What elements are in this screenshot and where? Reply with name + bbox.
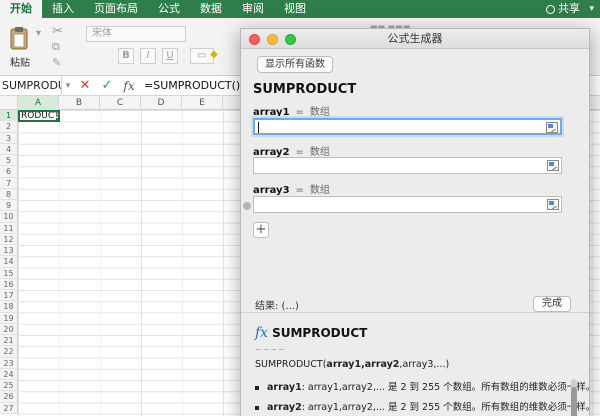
tab-page-layout[interactable]: 页面布局 [84,0,148,18]
row-header[interactable]: 26 [0,391,18,403]
array2-input[interactable] [253,157,562,174]
result-label: 结果: (...) [255,301,299,312]
row-header[interactable]: 23 [0,357,18,369]
chevron-down-icon[interactable]: ▾ [62,81,74,91]
cut-icon[interactable]: ✂ [52,24,63,39]
name-box[interactable]: SUMPRODUCT [0,75,62,96]
row-header[interactable]: 18 [0,301,18,313]
font-name-select[interactable]: 宋体 [86,26,186,42]
argument-label-array1: array1 = 数组 [253,107,330,118]
tab-insert[interactable]: 插入 [42,0,84,18]
fill-color-icon[interactable]: ◆ [206,48,222,64]
row-header[interactable]: 9 [0,200,18,212]
row-header[interactable]: 6 [0,166,18,178]
active-cell-a1[interactable]: RODUCT() [18,110,60,122]
help-scrollbar[interactable] [571,379,577,416]
ribbon-tab-bar: 开始 插入 页面布局 公式 数据 审阅 视图 共享 ▾ [0,0,600,18]
row-header[interactable]: 16 [0,278,18,290]
clipboard-icon[interactable] [10,26,28,50]
row-header[interactable]: 4 [0,143,18,155]
row-header[interactable]: 15 [0,267,18,279]
add-argument-button[interactable]: + [253,222,269,238]
help-syntax: SUMPRODUCT(array1,array2,array3,...) [255,359,450,370]
range-select-icon[interactable] [546,122,558,133]
help-function-name: SUMPRODUCT [272,326,368,340]
help-item-array1: array1: array1,array2,... 是 2 到 255 个数组。… [255,379,589,393]
tab-data[interactable]: 数据 [190,0,232,18]
formula-builder-panel: 公式生成器 显示所有函数 SUMPRODUCT array1 = 数组 array2… [240,28,590,416]
insert-function-icon[interactable]: fx [118,79,140,93]
range-select-icon[interactable] [547,199,559,210]
row-header[interactable]: 8 [0,188,18,200]
panel-titlebar[interactable]: 公式生成器 [241,29,589,49]
row-header[interactable]: 20 [0,323,18,335]
chevron-down-icon[interactable]: ▾ [589,0,594,18]
formula-input[interactable]: =SUMPRODUCT() [140,79,240,92]
column-header-e[interactable]: E [182,96,223,110]
copy-icon[interactable]: ⧉ [52,40,60,54]
row-header[interactable]: 11 [0,222,18,234]
row-header[interactable]: 24 [0,368,18,380]
remove-argument-icon[interactable] [243,202,251,210]
underline-button[interactable]: U [162,48,178,64]
function-icon: fx [255,325,269,341]
row-header[interactable]: 10 [0,211,18,223]
share-button[interactable]: 共享 [546,0,580,18]
range-select-icon[interactable] [547,160,559,171]
person-icon [546,4,555,14]
column-header-d[interactable]: D [141,96,182,110]
panel-divider [241,312,589,313]
row-header[interactable]: 2 [0,121,18,133]
done-button[interactable]: 完成 [533,296,571,312]
column-header-c[interactable]: C [100,96,141,110]
tab-view[interactable]: 视图 [274,0,316,18]
row-header[interactable]: 3 [0,132,18,144]
argument-label-array3: array3 = 数组 [253,185,330,196]
paste-label: 粘贴 [10,58,30,69]
tab-review[interactable]: 审阅 [232,0,274,18]
scroll-thumb[interactable] [571,387,577,416]
argument-label-array2: array2 = 数组 [253,147,330,158]
row-header[interactable]: 12 [0,233,18,245]
tab-home[interactable]: 开始 [0,0,42,18]
text-caret [258,122,259,133]
column-header-b[interactable]: B [59,96,100,110]
help-truncated-line: ~~~~ [255,345,286,354]
confirm-icon[interactable]: ✓ [96,78,118,93]
row-header[interactable]: 7 [0,177,18,189]
cancel-icon[interactable]: ✕ [74,78,96,93]
row-header[interactable]: 27 [0,402,18,414]
row-header[interactable]: 17 [0,290,18,302]
tab-formulas[interactable]: 公式 [148,0,190,18]
array1-input[interactable] [253,118,562,135]
panel-title: 公式生成器 [387,32,443,45]
function-help: fx SUMPRODUCT ~~~~ SUMPRODUCT(array1,arr… [241,319,589,416]
row-header[interactable]: 14 [0,256,18,268]
italic-button[interactable]: I [140,48,156,64]
share-label: 共享 [558,2,580,15]
row-header[interactable]: 5 [0,155,18,167]
row-header[interactable]: 13 [0,245,18,257]
help-header: fx SUMPRODUCT [255,325,367,341]
help-item-array2: array2: array1,array2,... 是 2 到 255 个数组。… [255,399,589,413]
format-painter-icon[interactable]: ✎ [52,56,61,69]
select-all-corner[interactable] [0,96,18,110]
column-header-a[interactable]: A [18,96,59,110]
bold-button[interactable]: B [118,48,134,64]
row-headers: 1 2 3 4 5 6 7 8 9 10 11 12 13 14 15 16 17 18 19 20 21 22 23 24 2… [0,110,18,414]
chevron-down-icon[interactable]: ▾ [36,28,41,39]
row-header[interactable]: 25 [0,380,18,392]
array3-input[interactable] [253,196,562,213]
row-header[interactable]: 21 [0,335,18,347]
function-name: SUMPRODUCT [253,82,357,97]
show-all-functions-button[interactable]: 显示所有函数 [257,56,333,73]
arguments-area: array1 = 数组 array2 = 数组 array3 = 数组 + [241,97,581,287]
row-header[interactable]: 22 [0,346,18,358]
row-header[interactable]: 1 [0,110,18,122]
row-header[interactable]: 19 [0,312,18,324]
